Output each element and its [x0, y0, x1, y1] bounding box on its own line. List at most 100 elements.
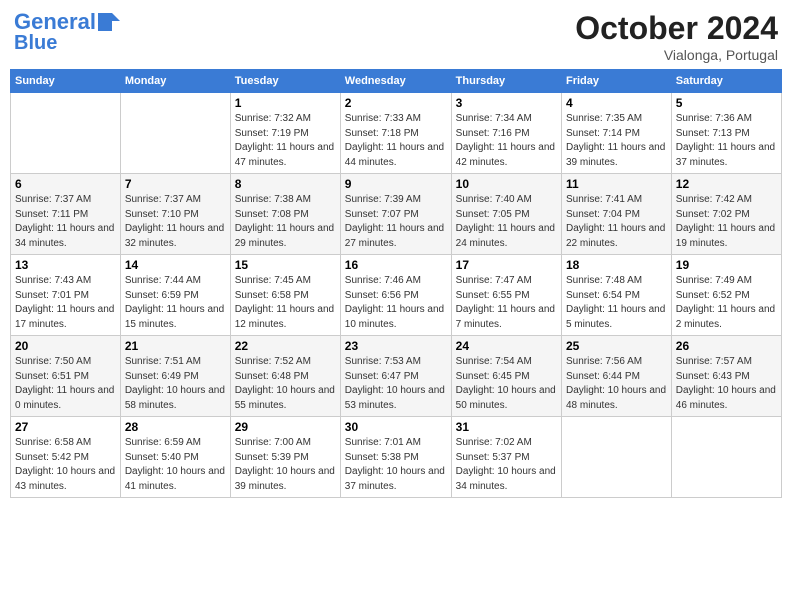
header-saturday: Saturday — [671, 70, 781, 93]
day-number: 13 — [15, 258, 116, 272]
day-info: Sunrise: 7:35 AMSunset: 7:14 PMDaylight:… — [566, 112, 667, 170]
day-number: 14 — [125, 258, 226, 272]
day-number: 31 — [456, 420, 557, 434]
calendar-cell: 26 Sunrise: 7:57 AMSunset: 6:43 PMDayligh… — [671, 336, 781, 417]
calendar-cell: 5 Sunrise: 7:36 AMSunset: 7:13 PMDaylight… — [671, 93, 781, 174]
day-info: Sunrise: 7:57 AMSunset: 6:43 PMDaylight:… — [676, 355, 777, 413]
day-number: 12 — [676, 177, 777, 191]
day-info: Sunrise: 7:44 AMSunset: 6:59 PMDaylight:… — [125, 274, 226, 332]
week-row-3: 13 Sunrise: 7:43 AMSunset: 7:01 PMDayligh… — [11, 255, 782, 336]
day-number: 7 — [125, 177, 226, 191]
day-number: 28 — [125, 420, 226, 434]
day-number: 23 — [345, 339, 447, 353]
calendar-cell: 28 Sunrise: 6:59 AMSunset: 5:40 PMDayligh… — [120, 417, 230, 498]
day-number: 20 — [15, 339, 116, 353]
day-number: 16 — [345, 258, 447, 272]
calendar-cell — [671, 417, 781, 498]
calendar-cell: 12 Sunrise: 7:42 AMSunset: 7:02 PMDayligh… — [671, 174, 781, 255]
calendar-cell: 1Sunrise: 7:32 AMSunset: 7:19 PMDaylight… — [230, 93, 340, 174]
day-number: 3 — [456, 96, 557, 110]
calendar-cell: 20 Sunrise: 7:50 AMSunset: 6:51 PMDayligh… — [11, 336, 121, 417]
calendar-cell: 24Sunrise: 7:54 AMSunset: 6:45 PMDayligh… — [451, 336, 561, 417]
day-number: 25 — [566, 339, 667, 353]
day-info: Sunrise: 7:37 AMSunset: 7:10 PMDaylight:… — [125, 193, 226, 251]
day-number: 6 — [15, 177, 116, 191]
day-number: 4 — [566, 96, 667, 110]
week-row-2: 6 Sunrise: 7:37 AMSunset: 7:11 PMDaylight… — [11, 174, 782, 255]
day-info: Sunrise: 7:53 AMSunset: 6:47 PMDaylight:… — [345, 355, 447, 413]
day-info: Sunrise: 7:36 AMSunset: 7:13 PMDaylight:… — [676, 112, 777, 170]
calendar-cell: 30 Sunrise: 7:01 AMSunset: 5:38 PMDayligh… — [340, 417, 451, 498]
header-tuesday: Tuesday — [230, 70, 340, 93]
calendar-cell: 27Sunrise: 6:58 AMSunset: 5:42 PMDayligh… — [11, 417, 121, 498]
week-row-4: 20 Sunrise: 7:50 AMSunset: 6:51 PMDayligh… — [11, 336, 782, 417]
day-info: Sunrise: 7:32 AMSunset: 7:19 PMDaylight:… — [235, 112, 336, 170]
day-info: Sunrise: 7:39 AMSunset: 7:07 PMDaylight:… — [345, 193, 447, 251]
day-info: Sunrise: 7:50 AMSunset: 6:51 PMDaylight:… — [15, 355, 116, 413]
week-row-5: 27Sunrise: 6:58 AMSunset: 5:42 PMDayligh… — [11, 417, 782, 498]
day-number: 8 — [235, 177, 336, 191]
calendar-cell: 31 Sunrise: 7:02 AMSunset: 5:37 PMDayligh… — [451, 417, 561, 498]
day-number: 10 — [456, 177, 557, 191]
calendar-cell: 16Sunrise: 7:46 AMSunset: 6:56 PMDayligh… — [340, 255, 451, 336]
calendar-cell: 22 Sunrise: 7:52 AMSunset: 6:48 PMDayligh… — [230, 336, 340, 417]
day-info: Sunrise: 7:00 AMSunset: 5:39 PMDaylight:… — [235, 436, 336, 494]
day-number: 26 — [676, 339, 777, 353]
day-info: Sunrise: 6:58 AMSunset: 5:42 PMDaylight:… — [15, 436, 116, 494]
day-info: Sunrise: 7:38 AMSunset: 7:08 PMDaylight:… — [235, 193, 336, 251]
day-info: Sunrise: 7:42 AMSunset: 7:02 PMDaylight:… — [676, 193, 777, 251]
page-header: General Blue October 2024 Vialonga, Port… — [10, 10, 782, 63]
day-info: Sunrise: 7:45 AMSunset: 6:58 PMDaylight:… — [235, 274, 336, 332]
calendar-cell: 10 Sunrise: 7:40 AMSunset: 7:05 PMDayligh… — [451, 174, 561, 255]
day-info: Sunrise: 7:43 AMSunset: 7:01 PMDaylight:… — [15, 274, 116, 332]
day-info: Sunrise: 7:34 AMSunset: 7:16 PMDaylight:… — [456, 112, 557, 170]
calendar-cell — [11, 93, 121, 174]
calendar-cell: 9 Sunrise: 7:39 AMSunset: 7:07 PMDaylight… — [340, 174, 451, 255]
calendar-cell: 6 Sunrise: 7:37 AMSunset: 7:11 PMDaylight… — [11, 174, 121, 255]
day-info: Sunrise: 7:40 AMSunset: 7:05 PMDaylight:… — [456, 193, 557, 251]
day-info: Sunrise: 7:33 AMSunset: 7:18 PMDaylight:… — [345, 112, 447, 170]
day-number: 22 — [235, 339, 336, 353]
calendar-cell: 15 Sunrise: 7:45 AMSunset: 6:58 PMDayligh… — [230, 255, 340, 336]
week-row-1: 1Sunrise: 7:32 AMSunset: 7:19 PMDaylight… — [11, 93, 782, 174]
location: Vialonga, Portugal — [575, 47, 778, 63]
day-info: Sunrise: 7:49 AMSunset: 6:52 PMDaylight:… — [676, 274, 777, 332]
calendar-cell — [120, 93, 230, 174]
calendar-cell: 25 Sunrise: 7:56 AMSunset: 6:44 PMDayligh… — [561, 336, 671, 417]
calendar-cell: 18Sunrise: 7:48 AMSunset: 6:54 PMDayligh… — [561, 255, 671, 336]
day-number: 21 — [125, 339, 226, 353]
day-number: 9 — [345, 177, 447, 191]
calendar-cell: 19Sunrise: 7:49 AMSunset: 6:52 PMDayligh… — [671, 255, 781, 336]
day-info: Sunrise: 7:41 AMSunset: 7:04 PMDaylight:… — [566, 193, 667, 251]
days-header-row: SundayMondayTuesdayWednesdayThursdayFrid… — [11, 70, 782, 93]
day-info: Sunrise: 7:01 AMSunset: 5:38 PMDaylight:… — [345, 436, 447, 494]
calendar-cell — [561, 417, 671, 498]
day-number: 17 — [456, 258, 557, 272]
logo-text: General — [14, 10, 96, 34]
calendar-cell: 23 Sunrise: 7:53 AMSunset: 6:47 PMDayligh… — [340, 336, 451, 417]
logo-icon — [98, 13, 120, 31]
calendar-cell: 29Sunrise: 7:00 AMSunset: 5:39 PMDayligh… — [230, 417, 340, 498]
calendar-table: SundayMondayTuesdayWednesdayThursdayFrid… — [10, 69, 782, 498]
calendar-cell: 11Sunrise: 7:41 AMSunset: 7:04 PMDayligh… — [561, 174, 671, 255]
header-sunday: Sunday — [11, 70, 121, 93]
day-info: Sunrise: 7:37 AMSunset: 7:11 PMDaylight:… — [15, 193, 116, 251]
day-number: 18 — [566, 258, 667, 272]
header-monday: Monday — [120, 70, 230, 93]
title-block: October 2024 Vialonga, Portugal — [575, 10, 778, 63]
day-number: 30 — [345, 420, 447, 434]
logo: General Blue — [14, 10, 120, 54]
day-number: 15 — [235, 258, 336, 272]
calendar-cell: 17Sunrise: 7:47 AMSunset: 6:55 PMDayligh… — [451, 255, 561, 336]
month-title: October 2024 — [575, 10, 778, 47]
calendar-cell: 21 Sunrise: 7:51 AMSunset: 6:49 PMDayligh… — [120, 336, 230, 417]
day-info: Sunrise: 7:54 AMSunset: 6:45 PMDaylight:… — [456, 355, 557, 413]
logo-blue: Blue — [14, 32, 57, 54]
day-number: 5 — [676, 96, 777, 110]
day-info: Sunrise: 7:02 AMSunset: 5:37 PMDaylight:… — [456, 436, 557, 494]
calendar-cell: 2Sunrise: 7:33 AMSunset: 7:18 PMDaylight… — [340, 93, 451, 174]
day-info: Sunrise: 7:51 AMSunset: 6:49 PMDaylight:… — [125, 355, 226, 413]
day-info: Sunrise: 6:59 AMSunset: 5:40 PMDaylight:… — [125, 436, 226, 494]
day-info: Sunrise: 7:56 AMSunset: 6:44 PMDaylight:… — [566, 355, 667, 413]
day-info: Sunrise: 7:52 AMSunset: 6:48 PMDaylight:… — [235, 355, 336, 413]
